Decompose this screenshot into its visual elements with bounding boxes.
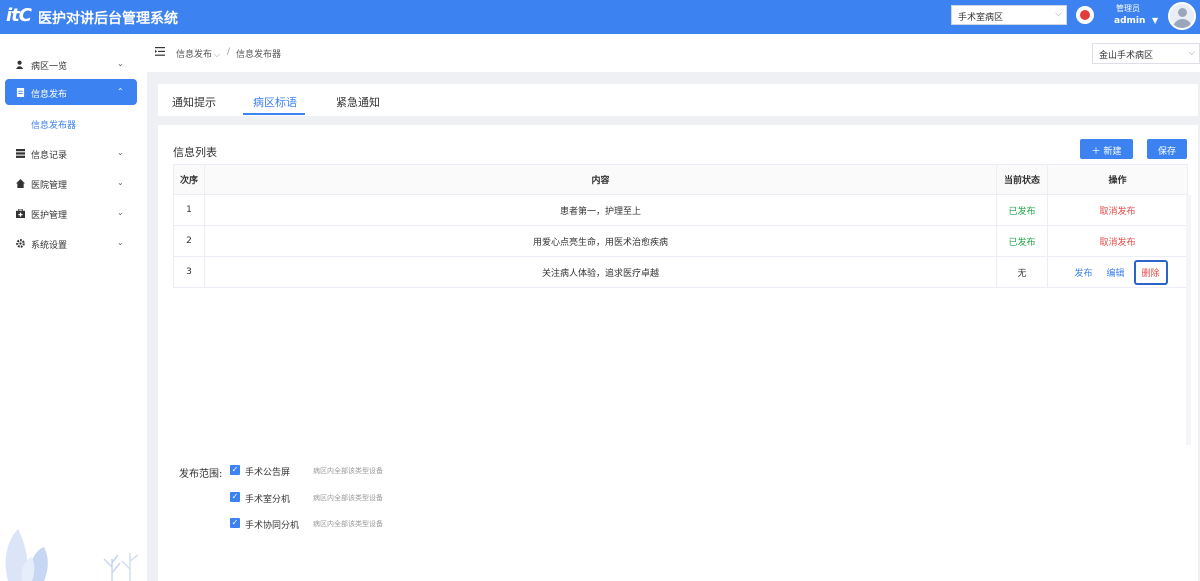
brand-logo: itC — [6, 5, 32, 26]
cancel-publish-link[interactable]: 取消发布 — [1099, 204, 1135, 217]
chevron-down-icon: ⌄ — [117, 178, 124, 187]
breadcrumb-level2: 信息发布器 — [236, 50, 282, 60]
sidebar-item-system-settings[interactable]: 系统设置 ⌄ — [5, 230, 137, 256]
breadcrumb-bar: 信息发布 ⌵ / 信息发布器 金山手术病区 ⌵ — [147, 34, 1200, 72]
publish-scope-label: 发布范围: — [179, 469, 223, 480]
sidebar-subitem-publisher[interactable]: 信息发布器 — [31, 118, 76, 131]
publish-link[interactable]: 发布 — [1074, 266, 1092, 279]
row-content: 患者第一，护理至上 — [205, 195, 997, 225]
avatar[interactable] — [1168, 2, 1196, 30]
new-button[interactable]: ＋ 新建 — [1080, 139, 1133, 159]
status-badge: 已发布 — [997, 195, 1048, 225]
sidebar-item-info-publish[interactable]: 信息发布 ⌃ — [5, 79, 137, 105]
row-actions: 发布 编辑 删除 — [1048, 257, 1188, 287]
active-tab-indicator — [243, 113, 305, 115]
status-badge: 无 — [997, 257, 1048, 287]
vertical-scrollbar[interactable] — [1186, 195, 1191, 445]
alarm-bell-icon[interactable] — [1076, 6, 1094, 24]
sidebar-item-ward-overview[interactable]: 病区一览 ⌄ — [5, 51, 137, 77]
delete-button[interactable]: 删除 — [1133, 259, 1168, 285]
user-role: 管理员 — [1116, 4, 1140, 13]
sidebar-item-label: 信息记录 — [31, 151, 68, 161]
row-content: 用爱心点亮生命，用医术治愈疾病 — [205, 226, 997, 256]
table-header-row: 次序 内容 当前状态 操作 — [173, 164, 1188, 195]
column-header: 操作 — [1048, 165, 1188, 194]
option-label: 手术协同分机 — [245, 521, 300, 531]
breadcrumb-separator: / — [227, 47, 231, 57]
option-label: 手术室分机 — [245, 495, 291, 505]
sidebar-item-label: 医院管理 — [31, 181, 68, 191]
tab-bar: 通知提示 病区标语 紧急通知 — [158, 84, 1198, 116]
document-icon — [16, 88, 25, 97]
ward-select-value: 手术室病区 — [958, 13, 1004, 23]
sidebar-item-label: 信息发布 — [31, 90, 68, 100]
list-icon — [16, 149, 25, 158]
chevron-down-icon: ⌄ — [117, 238, 124, 247]
sidebar-item-medical-staff[interactable]: 医护管理 ⌄ — [5, 200, 137, 226]
top-header: itC 医护对讲后台管理系统 手术室病区 ⌵ 管理员 admin ▼ — [0, 0, 1200, 34]
area-select-value: 金山手术病区 — [1099, 51, 1154, 61]
medical-kit-icon — [16, 209, 25, 218]
row-actions: 取消发布 — [1048, 226, 1188, 256]
sidebar-item-label: 系统设置 — [31, 241, 68, 251]
list-title: 信息列表 — [173, 146, 217, 159]
new-button-label: 新建 — [1103, 147, 1122, 157]
save-button[interactable]: 保存 — [1147, 139, 1187, 159]
chevron-down-icon: ⌄ — [117, 59, 124, 68]
chevron-down-icon: ⌵ — [1055, 9, 1062, 19]
menu-fold-icon[interactable] — [155, 47, 165, 56]
tab-notice[interactable]: 通知提示 — [172, 94, 216, 110]
user-name[interactable]: admin — [1114, 16, 1145, 26]
home-icon — [16, 179, 25, 188]
decorative-plant-illustration — [5, 529, 139, 581]
cancel-publish-link[interactable]: 取消发布 — [1099, 235, 1135, 248]
option-description: 病区内全部该类型设备 — [313, 520, 383, 528]
info-list-card: 信息列表 ＋ 新建 保存 次序 内容 当前状态 操作 1 患者第一，护理至上 已… — [158, 125, 1198, 581]
row-index: 2 — [173, 226, 205, 256]
checkbox-surgery-collab-extension[interactable]: ✓ — [230, 518, 240, 528]
option-label: 手术公告屏 — [245, 468, 291, 478]
row-index: 3 — [173, 257, 205, 287]
edit-link[interactable]: 编辑 — [1106, 266, 1124, 279]
row-actions: 取消发布 — [1048, 195, 1188, 225]
sidebar-item-info-records[interactable]: 信息记录 ⌄ — [5, 140, 137, 166]
sidebar-item-label: 医护管理 — [31, 211, 68, 221]
sidebar-item-label: 病区一览 — [31, 62, 68, 72]
column-header: 当前状态 — [997, 165, 1048, 194]
checkbox-operating-room-extension[interactable]: ✓ — [230, 492, 240, 502]
row-index: 1 — [173, 195, 205, 225]
chevron-down-icon: ⌵ — [214, 50, 221, 59]
sidebar-item-hospital-management[interactable]: 医院管理 ⌄ — [5, 170, 137, 196]
plus-icon: ＋ — [1091, 147, 1101, 157]
table-row: 2 用爱心点亮生命，用医术治愈疾病 已发布 取消发布 — [173, 226, 1188, 257]
chevron-down-icon: ⌄ — [117, 208, 124, 217]
gear-icon — [16, 239, 25, 248]
column-header: 内容 — [205, 165, 997, 194]
area-select[interactable]: 金山手术病区 ⌵ — [1092, 43, 1200, 64]
caret-down-icon[interactable]: ▼ — [1152, 16, 1158, 25]
checkbox-surgery-notice-screen[interactable]: ✓ — [230, 465, 240, 475]
sidebar: 病区一览 ⌄ 信息发布 ⌃ 信息发布器 信息记录 ⌄ 医院管理 ⌄ 医护管理 ⌄… — [0, 34, 147, 581]
breadcrumb-level1[interactable]: 信息发布 ⌵ — [176, 47, 220, 60]
user-icon — [16, 60, 24, 69]
option-description: 病区内全部该类型设备 — [313, 494, 383, 502]
row-content: 关注病人体验，追求医疗卓越 — [205, 257, 997, 287]
status-badge: 已发布 — [997, 226, 1048, 256]
tab-emergency[interactable]: 紧急通知 — [336, 94, 380, 110]
table-row: 1 患者第一，护理至上 已发布 取消发布 — [173, 195, 1188, 226]
app-title: 医护对讲后台管理系统 — [38, 11, 178, 27]
chevron-down-icon: ⌵ — [1188, 48, 1195, 58]
option-description: 病区内全部该类型设备 — [313, 467, 383, 475]
column-header: 次序 — [173, 165, 205, 194]
chevron-up-icon: ⌃ — [117, 87, 124, 96]
ward-select[interactable]: 手术室病区 ⌵ — [951, 5, 1067, 25]
chevron-down-icon: ⌄ — [117, 148, 124, 157]
tab-ward-slogan[interactable]: 病区标语 — [253, 94, 297, 110]
table-row: 3 关注病人体验，追求医疗卓越 无 发布 编辑 删除 — [173, 257, 1188, 288]
breadcrumb-level1-label: 信息发布 — [176, 50, 213, 60]
